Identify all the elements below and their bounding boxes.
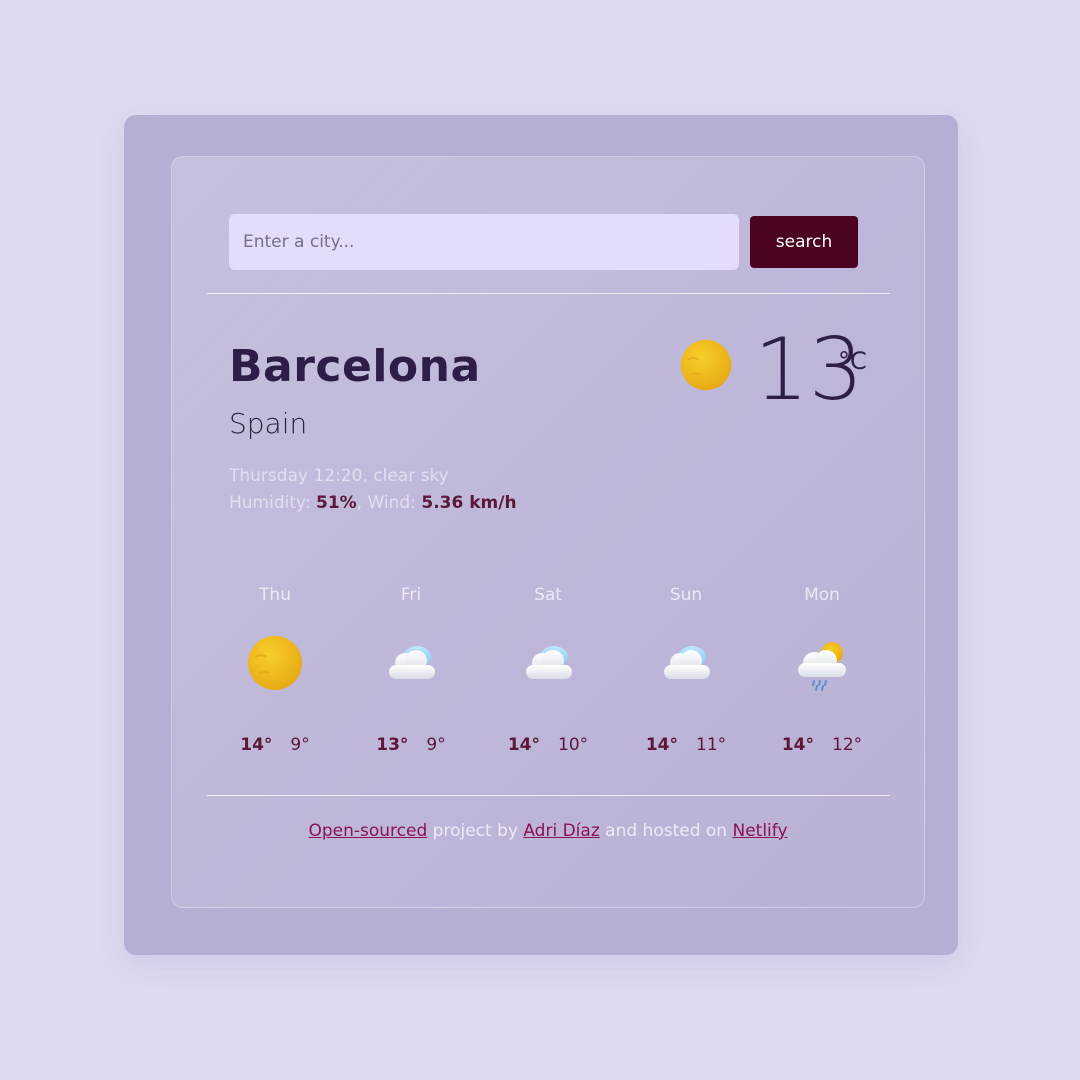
forecast-day-name: Sun (669, 585, 703, 605)
author-link[interactable]: Adri Díaz (523, 821, 599, 841)
cloud-icon (389, 646, 435, 679)
forecast-day-name: Thu (259, 585, 291, 605)
forecast-day: Thu 14° 9° (207, 577, 343, 777)
forecast-day: Sat 14° 10° (480, 577, 616, 777)
forecast-min: 9° (290, 735, 310, 755)
footer-text: project by (427, 821, 524, 841)
forecast-max: 14° (645, 735, 679, 755)
rain-sun-cloud-icon (798, 642, 846, 691)
forecast: Thu 14° 9° Fri 13° 9° Sat 14° 10° Sun 14… (207, 577, 890, 777)
forecast-temps: 14° 10° (480, 735, 616, 755)
divider (207, 293, 890, 294)
forecast-temps: 14° 9° (207, 735, 343, 755)
forecast-day: Sun 14° 11° (618, 577, 754, 777)
divider (207, 795, 890, 796)
search-input[interactable] (229, 214, 739, 270)
forecast-max: 14° (240, 735, 273, 755)
search-button[interactable]: search (750, 216, 858, 268)
cloud-icon (664, 646, 710, 679)
forecast-day: Fri 13° 9° (343, 577, 479, 777)
weather-card: search Barcelona Spain Thursday 12:20, c… (171, 156, 925, 908)
wind-label: , Wind: (356, 493, 422, 513)
city-name: Barcelona (229, 341, 481, 392)
open-source-link[interactable]: Open-sourced (308, 821, 427, 841)
forecast-max: 14° (507, 735, 541, 755)
cloud-icon (526, 646, 572, 679)
sun-icon (680, 339, 732, 391)
sun-icon (248, 636, 302, 690)
netlify-link[interactable]: Netlify (732, 821, 787, 841)
datetime-description: Thursday 12:20, clear sky (229, 466, 449, 486)
footer: Open-sourced project by Adri Díaz and ho… (172, 821, 924, 841)
forecast-max: 13° (376, 735, 409, 755)
weather-details: Thursday 12:20, clear sky Humidity: 51%,… (229, 463, 517, 517)
wind-value: 5.36 km/h (421, 493, 517, 513)
temperature-unit: °C (838, 347, 867, 375)
humidity-label: Humidity: (229, 493, 316, 513)
forecast-min: 9° (426, 735, 446, 755)
country-name: Spain (229, 407, 308, 440)
app-container: search Barcelona Spain Thursday 12:20, c… (124, 115, 958, 955)
forecast-day-name: Sat (534, 585, 562, 605)
forecast-temps: 14° 12° (754, 735, 890, 755)
forecast-max: 14° (781, 735, 815, 755)
forecast-day: Mon 14° 12° (754, 577, 890, 777)
forecast-day-name: Fri (400, 585, 422, 605)
humidity-value: 51% (315, 493, 357, 513)
forecast-min: 10° (558, 735, 589, 755)
forecast-temps: 13° 9° (343, 735, 479, 755)
forecast-min: 11° (696, 735, 727, 755)
footer-text: and hosted on (599, 821, 733, 841)
forecast-day-name: Mon (804, 585, 840, 605)
forecast-temps: 14° 11° (618, 735, 754, 755)
forecast-min: 12° (832, 735, 863, 755)
humidity-wind-line: Humidity: 51%, Wind: 5.36 km/h (229, 490, 517, 517)
